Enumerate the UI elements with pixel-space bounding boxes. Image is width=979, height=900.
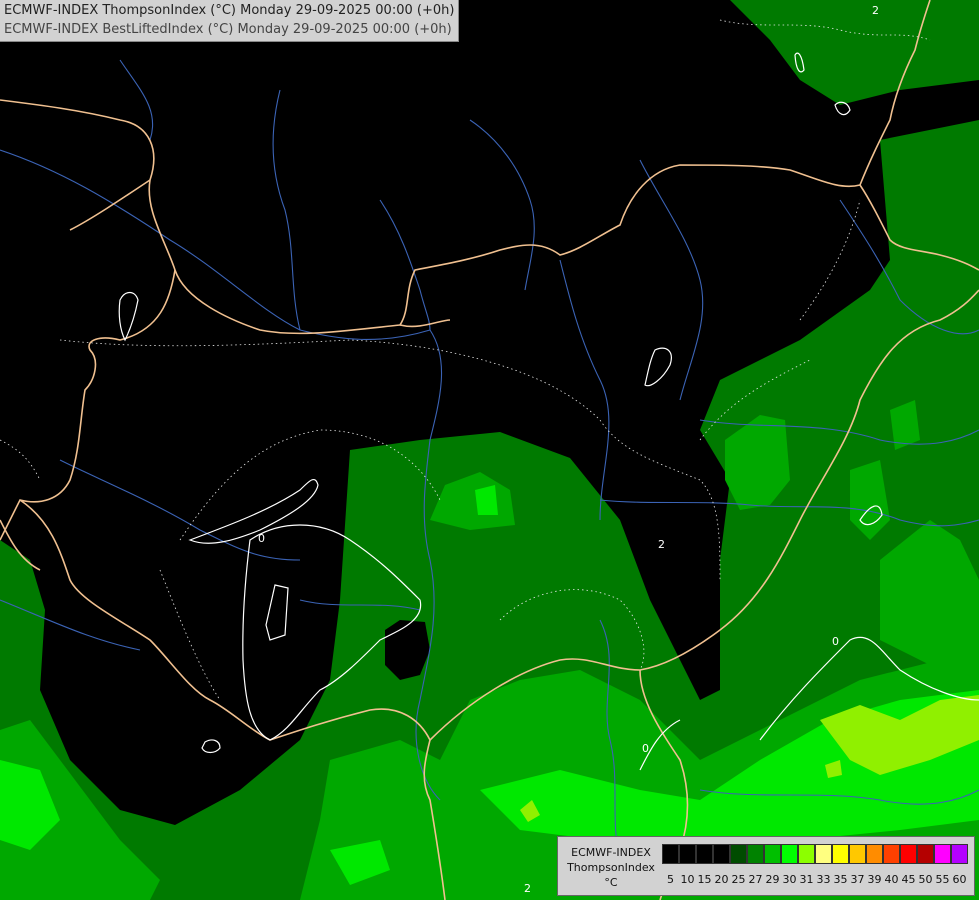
legend-tick: 15 — [697, 873, 712, 886]
map-header: ECMWF-INDEX ThompsonIndex (°C) Monday 29… — [0, 0, 460, 42]
legend-swatch — [934, 844, 951, 864]
legend-tick: 39 — [867, 873, 882, 886]
region-black-island-1 — [258, 545, 335, 700]
legend-tick: 35 — [833, 873, 848, 886]
legend-swatch — [781, 844, 798, 864]
contour-label: 0 — [832, 635, 839, 648]
legend-unit: °C — [604, 876, 618, 889]
legend-swatch — [917, 844, 934, 864]
contour-label: 2 — [658, 538, 665, 551]
legend-tick: 10 — [680, 873, 695, 886]
legend-swatches — [662, 844, 968, 864]
legend-tick: 29 — [765, 873, 780, 886]
header-line-1: ECMWF-INDEX ThompsonIndex (°C) Monday 29… — [4, 3, 455, 18]
legend-tick: 27 — [748, 873, 763, 886]
legend-swatch — [730, 844, 747, 864]
legend-swatch — [883, 844, 900, 864]
legend-swatch — [900, 844, 917, 864]
legend-swatch — [866, 844, 883, 864]
legend-tick: 20 — [714, 873, 729, 886]
legend-tick: 60 — [952, 873, 967, 886]
legend-tick: 30 — [782, 873, 797, 886]
legend-swatch — [696, 844, 713, 864]
legend-title-line-1: ECMWF-INDEX — [571, 846, 651, 859]
legend-swatch — [713, 844, 730, 864]
weather-map: 0 0 0 2 2 2 — [0, 0, 979, 900]
contour-label: 2 — [872, 4, 879, 17]
legend-tick: 5 — [667, 873, 674, 886]
legend-tick: 31 — [799, 873, 814, 886]
legend-swatch — [849, 844, 866, 864]
legend-tick: 50 — [918, 873, 933, 886]
header-line-2: ECMWF-INDEX BestLiftedIndex (°C) Monday … — [4, 22, 452, 37]
legend-tick: 25 — [731, 873, 746, 886]
legend-swatch — [832, 844, 849, 864]
color-legend: ECMWF-INDEX ThompsonIndex °C 5 10 15 20 25 27… — [557, 836, 975, 896]
legend-swatch — [798, 844, 815, 864]
legend-ticks: 5 10 15 20 25 27 29 30 31 33 35 37 39 40 45 50 55 60 — [662, 873, 968, 886]
legend-tick: 33 — [816, 873, 831, 886]
legend-tick: 37 — [850, 873, 865, 886]
legend-tick: 55 — [935, 873, 950, 886]
region-bright-green-4 — [475, 485, 498, 515]
legend-tick: 45 — [901, 873, 916, 886]
legend-swatch — [679, 844, 696, 864]
contour-label: 2 — [524, 882, 531, 895]
legend-title-line-2: ThompsonIndex — [567, 861, 655, 874]
legend-swatch — [764, 844, 781, 864]
legend-swatch — [662, 844, 679, 864]
legend-swatch — [951, 844, 968, 864]
legend-swatch — [815, 844, 832, 864]
contour-label: 0 — [258, 532, 265, 545]
legend-title: ECMWF-INDEX ThompsonIndex °C — [562, 845, 660, 890]
contour-label: 0 — [642, 742, 649, 755]
legend-swatch — [747, 844, 764, 864]
legend-tick: 40 — [884, 873, 899, 886]
